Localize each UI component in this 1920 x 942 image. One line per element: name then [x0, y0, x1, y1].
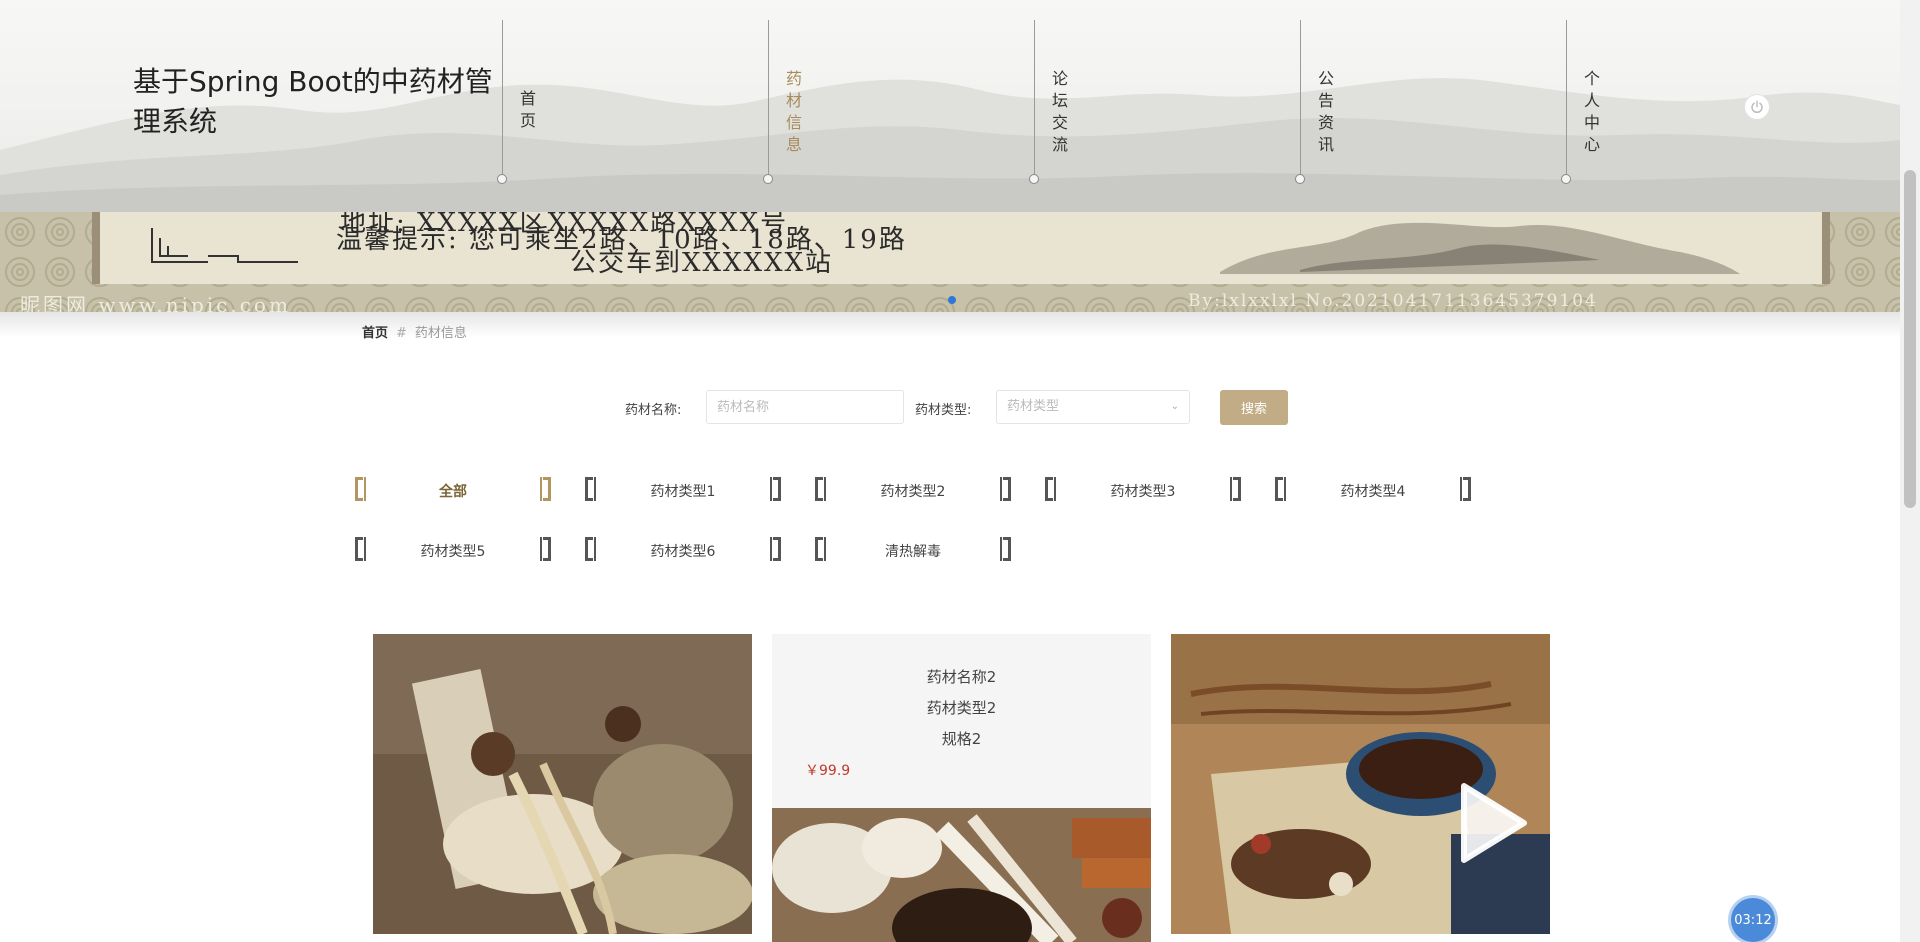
nav-dot-icon: [497, 174, 507, 184]
nav-divider: [1566, 20, 1567, 175]
nav-divider: [1034, 20, 1035, 175]
banner-tip-station: 公交车到XXXXXX站: [570, 248, 834, 278]
logout-button[interactable]: [1744, 94, 1770, 120]
category-tab-type4[interactable]: 药材类型4: [1275, 475, 1471, 505]
category-label: 药材类型2: [880, 484, 946, 500]
category-tab-heat-clearing[interactable]: 清热解毒: [815, 535, 1011, 565]
banner-image-id: By:lxlxxlxl No.20210417113645379104: [1188, 291, 1598, 311]
bracket-right-icon: [770, 477, 781, 501]
banner-carousel[interactable]: 地址: XXXXX区XXXXX路XXXX号 温馨提示: 您可乘坐2路、10路、1…: [0, 212, 1900, 312]
nav-dot-icon: [1561, 174, 1571, 184]
product-name: 药材名称2: [926, 668, 997, 686]
herb-type-label: 药材类型:: [915, 403, 972, 418]
breadcrumb-separator: #: [396, 326, 407, 341]
product-card-image[interactable]: [772, 808, 1151, 942]
nav-divider: [768, 20, 769, 175]
category-tab-type6[interactable]: 药材类型6: [585, 535, 781, 565]
banner-shadow: [0, 312, 1900, 338]
category-tab-type2[interactable]: 药材类型2: [815, 475, 1011, 505]
bracket-right-icon: [770, 537, 781, 561]
ink-painting-decoration: [1220, 222, 1740, 274]
herb-type-select[interactable]: 药材类型 ⌄: [996, 390, 1190, 424]
breadcrumb: 首页 # 药材信息: [362, 322, 467, 341]
category-label: 清热解毒: [885, 544, 941, 560]
herb-photo: [772, 808, 1151, 942]
timer-badge[interactable]: 03:12: [1731, 898, 1775, 942]
category-tab-type1[interactable]: 药材类型1: [585, 475, 781, 505]
bracket-right-icon: [1000, 477, 1011, 501]
bracket-right-icon: [540, 537, 551, 561]
category-label: 药材类型3: [1110, 484, 1176, 500]
chevron-down-icon: ⌄: [1170, 401, 1179, 412]
play-icon[interactable]: [1450, 778, 1530, 868]
nav-label[interactable]: 药材信息: [786, 68, 804, 156]
bracket-right-icon: [1000, 537, 1011, 561]
nav-dot-icon: [763, 174, 773, 184]
nav-item-herbs[interactable]: 药材信息: [760, 0, 802, 185]
site-header: 基于Spring Boot的中药材管理系统 首页 药材信息 论坛交流 公告资讯 …: [0, 0, 1900, 212]
page-scrollbar[interactable]: [1900, 0, 1920, 942]
nav-divider: [1300, 20, 1301, 175]
herb-photo: [373, 634, 752, 934]
nav-label[interactable]: 个人中心: [1584, 68, 1602, 156]
herb-name-label: 药材名称:: [625, 403, 682, 418]
product-price: ￥99.9: [805, 763, 851, 779]
category-tab-type5[interactable]: 药材类型5: [355, 535, 551, 565]
category-tab-all[interactable]: 全部: [355, 475, 551, 505]
category-label: 药材类型6: [650, 544, 716, 560]
nav-label[interactable]: 公告资讯: [1318, 68, 1336, 156]
herb-type-placeholder: 药材类型: [1007, 399, 1060, 414]
bracket-right-icon: [540, 477, 551, 501]
scrollbar-thumb[interactable]: [1904, 170, 1916, 508]
carousel-indicator[interactable]: [948, 296, 956, 304]
bracket-right-icon: [1230, 477, 1241, 501]
breadcrumb-current: 药材信息: [414, 326, 467, 341]
nav-item-news[interactable]: 公告资讯: [1292, 0, 1334, 185]
nav-label[interactable]: 首页: [520, 88, 538, 132]
power-icon: [1751, 100, 1763, 114]
herb-name-input[interactable]: [706, 390, 904, 424]
nav-dot-icon: [1295, 174, 1305, 184]
nav-item-home[interactable]: 首页: [494, 0, 536, 185]
category-tab-type3[interactable]: 药材类型3: [1045, 475, 1241, 505]
category-label: 药材类型5: [420, 544, 486, 560]
nav-label[interactable]: 论坛交流: [1052, 68, 1070, 156]
banner-watermark: 昵图网 www.nipic.com: [20, 293, 291, 312]
breadcrumb-home[interactable]: 首页: [362, 326, 388, 341]
nav-divider: [502, 20, 503, 175]
site-title: 基于Spring Boot的中药材管理系统: [133, 65, 493, 138]
product-spec: 规格2: [941, 730, 982, 748]
category-label: 药材类型1: [650, 484, 716, 500]
category-label: 全部: [439, 484, 467, 500]
play-triangle: [1461, 783, 1527, 863]
nav-dot-icon: [1029, 174, 1039, 184]
banner-text-panel: 地址: XXXXX区XXXXX路XXXX号 温馨提示: 您可乘坐2路、10路、1…: [92, 212, 1830, 284]
product-card-image[interactable]: [373, 634, 752, 934]
bracket-right-icon: [1460, 477, 1471, 501]
search-button[interactable]: 搜索: [1220, 390, 1288, 425]
product-card-info[interactable]: 药材名称2 药材类型2 规格2 ￥99.9: [772, 634, 1151, 808]
seal-decoration: [151, 228, 298, 263]
category-label: 药材类型4: [1340, 484, 1406, 500]
nav-item-forum[interactable]: 论坛交流: [1026, 0, 1068, 185]
nav-item-profile[interactable]: 个人中心: [1558, 0, 1600, 185]
product-type: 药材类型2: [926, 699, 997, 717]
